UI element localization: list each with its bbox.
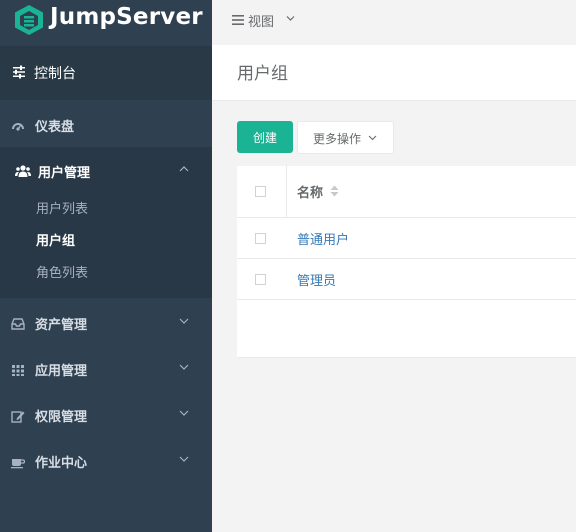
sidebar-item-label: 作业中心 — [35, 456, 88, 471]
dashboard-icon — [12, 123, 24, 131]
chevron-up-icon — [179, 166, 189, 172]
column-divider — [286, 166, 287, 217]
coffee-icon — [11, 459, 25, 469]
sort-icon[interactable] — [330, 185, 339, 197]
users-icon — [15, 165, 31, 177]
logo[interactable]: JumpServer — [0, 0, 212, 40]
chevron-down-icon — [179, 410, 189, 416]
sliders-icon — [13, 65, 25, 79]
sidebar-item-console[interactable]: 控制台 — [0, 46, 212, 100]
user-group-table: 名称 普通用户 管理员 — [237, 166, 576, 358]
sidebar-item-user-management[interactable]: 用户管理 — [0, 147, 212, 193]
table-row: 普通用户 — [237, 218, 576, 259]
page-header: 用户组 — [212, 45, 576, 101]
create-button[interactable]: 创建 — [237, 121, 293, 153]
column-header-name[interactable]: 名称 — [297, 182, 323, 201]
jumpserver-logo-icon — [15, 5, 43, 35]
row-checkbox[interactable] — [255, 274, 266, 285]
sidebar-item-dashboard[interactable]: 仪表盘 — [0, 101, 212, 147]
chevron-down-icon — [368, 135, 377, 141]
chevron-down-icon — [179, 364, 189, 370]
sidebar-item-asset-management[interactable]: 资产管理 — [0, 299, 212, 345]
table-header: 名称 — [237, 166, 576, 218]
brand-name: JumpServer — [50, 4, 203, 30]
table-row: 管理员 — [237, 259, 576, 300]
sidebar-item-label: 权限管理 — [35, 410, 88, 425]
inbox-icon — [11, 318, 25, 330]
more-actions-label: 更多操作 — [313, 132, 362, 146]
menu-icon[interactable] — [232, 15, 244, 25]
chevron-down-icon — [179, 318, 189, 324]
sidebar-subitem-role-list[interactable]: 角色列表 — [36, 262, 88, 281]
sidebar-item-label: 资产管理 — [35, 318, 88, 333]
sidebar-subitem-user-groups[interactable]: 用户组 — [36, 230, 75, 249]
sidebar-item-label: 应用管理 — [35, 364, 88, 379]
select-all-checkbox[interactable] — [255, 186, 266, 197]
sidebar-item-label: 仪表盘 — [35, 120, 75, 135]
row-checkbox[interactable] — [255, 233, 266, 244]
chevron-down-icon — [179, 456, 189, 462]
page-title: 用户组 — [237, 64, 288, 84]
group-name-link[interactable]: 普通用户 — [297, 229, 349, 248]
sidebar-item-job-center[interactable]: 作业中心 — [0, 437, 212, 483]
sidebar-item-label: 控制台 — [34, 66, 76, 82]
top-navbar: 视图 — [212, 0, 576, 40]
grid-icon — [12, 365, 24, 376]
view-menu-button[interactable]: 视图 — [248, 11, 274, 30]
sidebar-item-permission-management[interactable]: 权限管理 — [0, 391, 212, 437]
chevron-down-icon[interactable] — [286, 15, 295, 22]
sidebar: JumpServer 控制台 仪表盘 用户管理 用户列表 用户组 角色列表 资产… — [0, 0, 212, 532]
sidebar-group-user-management: 用户管理 用户列表 用户组 角色列表 — [0, 147, 212, 298]
more-actions-button[interactable]: 更多操作 — [297, 121, 394, 154]
edit-icon — [11, 411, 25, 423]
sidebar-subitem-user-list[interactable]: 用户列表 — [36, 198, 88, 217]
group-name-link[interactable]: 管理员 — [297, 270, 336, 289]
sidebar-item-label: 用户管理 — [38, 166, 91, 181]
sidebar-item-application-management[interactable]: 应用管理 — [0, 345, 212, 391]
